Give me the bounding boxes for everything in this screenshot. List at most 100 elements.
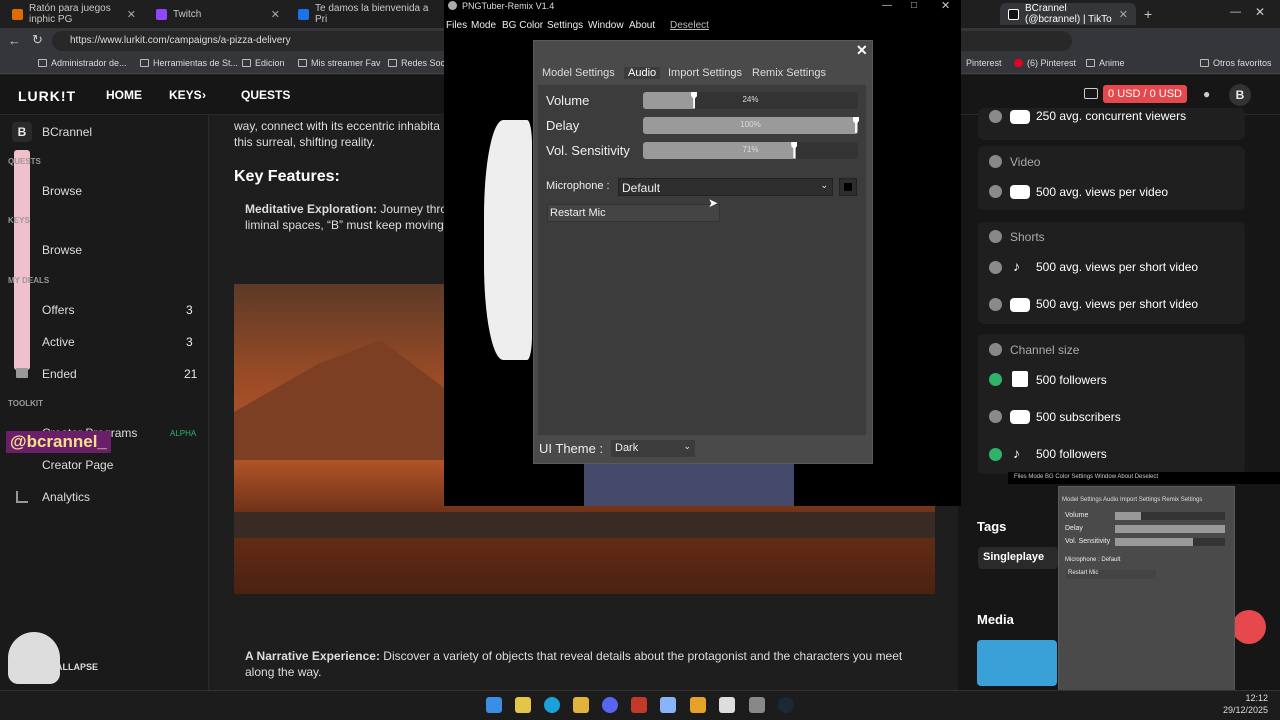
tab-favicon [298,8,309,20]
menu-bg-color[interactable]: BG Color [502,20,543,31]
wallet-icon[interactable] [1084,88,1098,99]
app-minimize-icon[interactable]: — [882,0,892,11]
menu-settings[interactable]: Settings [547,20,583,31]
volume-slider[interactable]: 24% [643,92,858,109]
tab-import-settings[interactable]: Import Settings [668,67,742,79]
tab-remix-settings[interactable]: Remix Settings [752,67,826,79]
tiktok-icon [1008,8,1019,20]
nav-home[interactable]: HOME [106,88,142,102]
req-twitch-followers: 500 followers [1036,373,1107,387]
bookmark-item[interactable]: (6) Pinterest [1014,58,1076,68]
header-video: Video [1010,155,1041,169]
mini-volume-fill [1115,512,1142,520]
app-close-icon[interactable]: ✕ [941,0,950,12]
folder-icon [388,59,397,67]
tab-tiktok[interactable]: BCrannel (@bcrannel) | TikTo ✕ [1000,3,1136,25]
microphone-select[interactable]: Default ⌄ [618,178,833,196]
close-icon[interactable]: ✕ [271,8,280,21]
bookmark-item[interactable]: Pinterest [966,58,1002,68]
youtube-icon [1010,185,1030,199]
tab-inphic[interactable]: Ratón para juegos inphic PG ✕ [4,3,144,25]
menu-files[interactable]: Files [446,20,467,31]
mic-stop-button[interactable] [839,178,857,196]
sensitivity-slider[interactable]: 71% [643,142,858,159]
user-avatar[interactable]: B [12,122,32,142]
tag-chip[interactable]: Singleplaye [978,547,1058,569]
close-window-icon[interactable]: ✕ [1255,5,1265,19]
nav-keys[interactable]: KEYS [169,88,202,102]
youtube-icon [1010,298,1030,312]
tab-audio[interactable]: Audio [624,67,661,79]
windows-start-icon[interactable] [486,697,502,713]
folder-icon [140,59,149,67]
tiktok-icon: ♪ [1013,258,1020,274]
x-circle-icon [989,110,1002,123]
bookmark-item[interactable]: Otros favoritos [1200,58,1272,68]
app-icon[interactable] [515,697,531,713]
edge-icon[interactable] [544,697,560,713]
balance-badge[interactable]: 0 USD / 0 USD [1103,85,1187,103]
pngtuber-taskbar-icon[interactable] [749,697,765,713]
close-icon[interactable]: ✕ [1119,8,1128,21]
bookmark-item[interactable]: Herramientas de St... [140,58,238,68]
close-icon[interactable]: ✕ [127,8,136,21]
discord-icon[interactable] [602,697,618,713]
nav-quests[interactable]: QUESTS [241,88,290,102]
app-icon[interactable] [631,697,647,713]
menu-deselect[interactable]: Deselect [670,20,709,31]
sidebar-item-creator-page[interactable]: Creator Page [42,458,113,472]
mini-tabs: Model Settings Audio Import Settings Rem… [1062,497,1203,503]
media-thumbnail[interactable] [977,640,1057,686]
bookmark-item[interactable]: Redes Socia [388,58,452,68]
req-youtube-subs: 500 subscribers [1036,410,1121,424]
reload-icon[interactable]: ↻ [32,32,43,48]
tab-twitch[interactable]: Twitch ✕ [148,3,288,25]
restart-mic-button[interactable]: Restart Mic [547,204,720,222]
steam-icon[interactable] [778,697,794,713]
bookmark-item[interactable]: Administrador de... [38,58,127,68]
active-count: 3 [186,335,193,349]
sidebar-item-offers[interactable]: Offers [42,303,74,317]
avatar-sprite-body [584,462,794,506]
sidebar-item-ended[interactable]: Ended [42,367,77,381]
menu-window[interactable]: Window [588,20,624,31]
menu-mode[interactable]: Mode [471,20,496,31]
delay-slider[interactable]: 100% [643,117,858,134]
chat-button[interactable] [1232,610,1266,644]
bell-icon[interactable]: ● [1203,87,1210,101]
check-circle-icon [989,448,1002,461]
youtube-icon [1010,410,1030,424]
bookmark-item[interactable]: Edicion [242,58,285,68]
ended-count: 21 [184,367,198,381]
tab-prime[interactable]: Te damos la bienvenida a Pri [290,3,438,25]
volume-value: 24% [742,95,759,104]
bookmark-item[interactable]: Mis streamer Fav [298,58,381,68]
bookmark-item[interactable]: Anime [1086,58,1125,68]
req-tiktok-followers: 500 followers [1036,447,1107,461]
site-logo[interactable]: LURK!T [18,88,76,104]
dialog-close-icon[interactable]: ✕ [856,42,868,59]
app-icon[interactable] [660,697,676,713]
app-icon[interactable] [690,697,706,713]
pinterest-icon [1014,59,1023,67]
avatar-character [8,632,60,684]
new-tab-button[interactable]: + [1144,6,1152,22]
avatar[interactable]: B [1229,84,1251,106]
sidebar-item-browse-keys[interactable]: Browse [42,243,82,257]
sidebar-item-browse-quests[interactable]: Browse [42,184,82,198]
menu-about[interactable]: About [629,20,655,31]
app-maximize-icon[interactable]: □ [911,0,917,11]
store-icon[interactable] [719,697,735,713]
file-explorer-icon[interactable] [573,697,589,713]
ui-theme-select[interactable]: Dark ⌄ [611,440,695,457]
sidebar-item-analytics[interactable]: Analytics [42,490,90,504]
app-title: PNGTuber-Remix V1.4 [462,1,555,11]
tab-favicon [12,8,23,20]
sidebar-item-active[interactable]: Active [42,335,75,349]
collapse-button[interactable]: ALLAPSE [56,662,98,672]
tab-model-settings[interactable]: Model Settings [542,67,615,79]
sidebar-username[interactable]: BCrannel [42,125,92,139]
back-icon[interactable]: ← [8,33,21,48]
minimize-icon[interactable]: — [1230,6,1241,18]
section-quests: QUESTS [8,157,41,166]
